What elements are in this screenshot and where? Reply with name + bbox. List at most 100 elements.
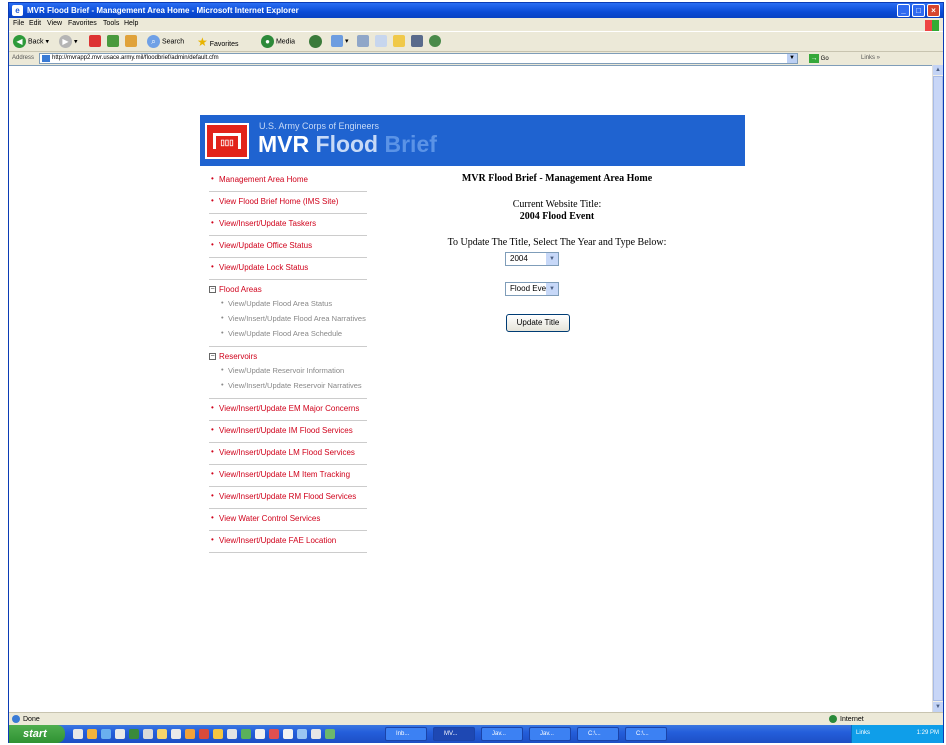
edit-button[interactable] <box>375 35 387 49</box>
quicklaunch-icon[interactable] <box>199 729 209 739</box>
history-button[interactable] <box>309 35 322 49</box>
quicklaunch-icon[interactable] <box>129 729 139 739</box>
address-bar: Address http://mvrapp2.mvr.usace.army.mi… <box>9 51 943 64</box>
history-icon <box>309 35 322 48</box>
start-button[interactable]: start <box>9 725 65 743</box>
close-icon[interactable]: × <box>927 4 940 17</box>
go-button[interactable]: → Go <box>809 54 829 63</box>
back-button[interactable]: ◀ Back ▾ <box>13 35 49 49</box>
year-select[interactable]: 2004 ▼ <box>505 252 559 266</box>
menu-edit[interactable]: Edit <box>29 20 41 27</box>
current-title-label: Current Website Title: <box>512 199 602 210</box>
search-button[interactable]: ⌕ Search <box>147 35 184 49</box>
address-input[interactable]: http://mvrapp2.mvr.usace.army.mil/floodb… <box>39 53 798 64</box>
vertical-scrollbar[interactable]: ▲ ▼ <box>932 65 943 712</box>
messenger-button[interactable] <box>429 35 441 49</box>
quicklaunch-icon[interactable] <box>185 729 195 739</box>
quicklaunch-icon[interactable] <box>325 729 335 739</box>
quicklaunch-icon[interactable] <box>73 729 83 739</box>
taskbar-item[interactable]: Jav... <box>529 727 571 741</box>
scroll-down-icon[interactable]: ▼ <box>933 702 943 712</box>
links-button[interactable]: Links » <box>861 55 880 61</box>
maximize-icon[interactable]: □ <box>912 4 925 17</box>
nav-lm-flood-services[interactable]: View/Insert/Update LM Flood Services <box>209 443 367 465</box>
back-arrow-icon: ◀ <box>13 35 26 48</box>
print-button[interactable] <box>357 35 369 49</box>
page-viewport: ▯▯▯ U.S. Army Corps of Engineers MVR Flo… <box>9 65 932 712</box>
search-icon: ⌕ <box>147 35 160 48</box>
nav-management-home[interactable]: Management Area Home <box>209 170 367 192</box>
quicklaunch-icon[interactable] <box>269 729 279 739</box>
nav-em-major-concerns[interactable]: View/Insert/Update EM Major Concerns <box>209 399 367 421</box>
mail-button[interactable]: ▾ <box>331 35 348 49</box>
type-select[interactable]: Flood Event ▼ <box>505 282 559 296</box>
quicklaunch-icon[interactable] <box>227 729 237 739</box>
address-dropdown-icon[interactable]: ▼ <box>787 54 797 63</box>
status-text: Done <box>12 715 40 723</box>
forward-button[interactable]: ▶ ▾ <box>59 35 77 49</box>
favorites-button[interactable]: ★ Favorites <box>197 35 239 49</box>
nav-lock-status[interactable]: View/Update Lock Status <box>209 258 367 280</box>
scroll-thumb[interactable] <box>933 76 943 701</box>
menu-file[interactable]: File <box>13 20 24 27</box>
tray-links[interactable]: Links <box>856 730 870 736</box>
nav-flood-areas[interactable]: − Flood Areas <box>209 280 367 297</box>
taskbar-item[interactable]: C:\... <box>577 727 619 741</box>
nav-flood-area-status[interactable]: View/Update Flood Area Status <box>209 297 367 312</box>
media-icon: ● <box>261 35 274 48</box>
stop-button[interactable] <box>89 35 101 49</box>
taskbar-item[interactable]: Jav... <box>481 727 523 741</box>
minimize-icon[interactable]: _ <box>897 4 910 17</box>
quicklaunch-icon[interactable] <box>283 729 293 739</box>
quicklaunch-icon[interactable] <box>171 729 181 739</box>
menu-favorites[interactable]: Favorites <box>68 20 97 27</box>
mail-icon <box>331 35 343 48</box>
quicklaunch-icon[interactable] <box>143 729 153 739</box>
nav-reservoirs[interactable]: − Reservoirs <box>209 347 367 364</box>
nav-lm-item-tracking[interactable]: View/Insert/Update LM Item Tracking <box>209 465 367 487</box>
nav-taskers[interactable]: View/Insert/Update Taskers <box>209 214 367 236</box>
research-button[interactable] <box>411 35 423 49</box>
refresh-button[interactable] <box>107 35 119 49</box>
nav-flood-area-narratives[interactable]: View/Insert/Update Flood Area Narratives <box>209 312 367 327</box>
nav-im-flood-services[interactable]: View/Insert/Update IM Flood Services <box>209 421 367 443</box>
nav-flood-brief-home[interactable]: View Flood Brief Home (IMS Site) <box>209 192 367 214</box>
home-button[interactable] <box>125 35 137 49</box>
nav-water-control-services[interactable]: View Water Control Services <box>209 509 367 531</box>
collapse-icon[interactable]: − <box>209 353 216 360</box>
nav-office-status[interactable]: View/Update Office Status <box>209 236 367 258</box>
media-button[interactable]: ● Media <box>261 35 295 49</box>
taskbar-item[interactable]: Inb... <box>385 727 427 741</box>
taskbar-item[interactable]: C:\... <box>625 727 667 741</box>
flood-areas-group: − Flood Areas View/Update Flood Area Sta… <box>209 280 367 347</box>
nav-reservoir-information[interactable]: View/Update Reservoir Information <box>209 364 367 379</box>
folder-button[interactable] <box>393 35 405 49</box>
forward-arrow-icon: ▶ <box>59 35 72 48</box>
quicklaunch-icon[interactable] <box>115 729 125 739</box>
quicklaunch-icon[interactable] <box>297 729 307 739</box>
quicklaunch-icon[interactable] <box>87 729 97 739</box>
go-arrow-icon: → <box>809 54 819 63</box>
taskbar-item[interactable]: MV... <box>433 727 475 741</box>
nav-flood-area-schedule[interactable]: View/Update Flood Area Schedule <box>209 327 367 342</box>
collapse-icon[interactable]: − <box>209 286 216 293</box>
home-icon <box>125 35 137 48</box>
scroll-up-icon[interactable]: ▲ <box>933 65 943 75</box>
ie-window: e MVR Flood Brief - Management Area Home… <box>8 2 944 743</box>
quicklaunch-icon[interactable] <box>311 729 321 739</box>
quicklaunch-icon[interactable] <box>241 729 251 739</box>
quicklaunch-icon[interactable] <box>255 729 265 739</box>
nav-fae-location[interactable]: View/Insert/Update FAE Location <box>209 531 367 553</box>
menu-tools[interactable]: Tools <box>103 20 119 27</box>
page-title: MVR Flood Brief - Management Area Home <box>461 173 653 184</box>
nav-reservoir-narratives[interactable]: View/Insert/Update Reservoir Narratives <box>209 379 367 394</box>
menu-view[interactable]: View <box>47 20 62 27</box>
quicklaunch-icon[interactable] <box>213 729 223 739</box>
update-title-button[interactable]: Update Title <box>506 314 570 332</box>
quicklaunch-icon[interactable] <box>157 729 167 739</box>
nav-rm-flood-services[interactable]: View/Insert/Update RM Flood Services <box>209 487 367 509</box>
menu-help[interactable]: Help <box>124 20 138 27</box>
internet-globe-icon <box>829 715 837 723</box>
quicklaunch-icon[interactable] <box>101 729 111 739</box>
system-tray: Links 1:29 PM <box>851 725 943 743</box>
